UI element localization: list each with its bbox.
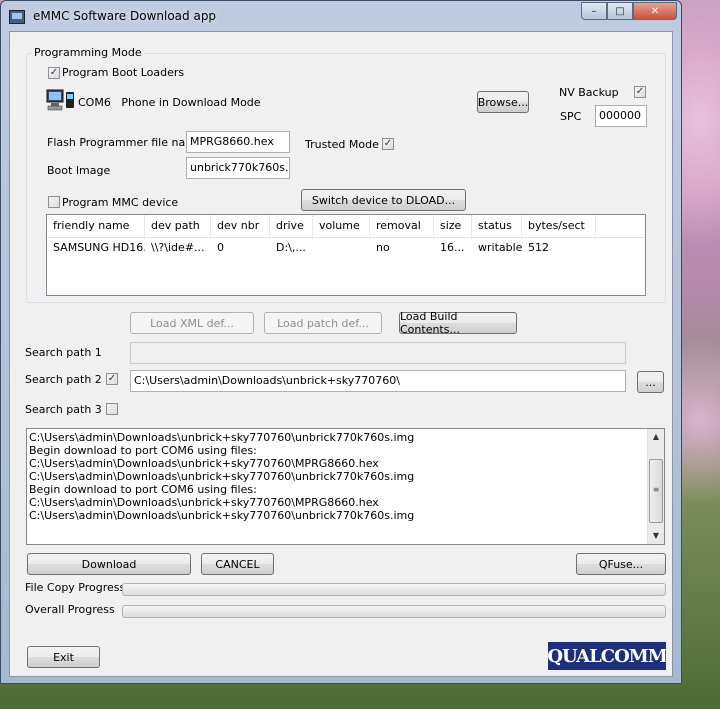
log-line: C:\Users\admin\Downloads\unbrick+sky7707… <box>29 431 415 444</box>
column-header[interactable]: friendly name <box>47 215 145 237</box>
column-header[interactable]: dev nbr <box>211 215 270 237</box>
log-line: C:\Users\admin\Downloads\unbrick+sky7707… <box>29 457 379 470</box>
table-cell <box>313 239 370 257</box>
nv-backup-checkbox[interactable]: ✓ <box>634 86 646 98</box>
device-list-header: friendly name dev path dev nbr drive volume r… <box>47 215 645 238</box>
file-copy-progress-bar <box>122 583 666 596</box>
table-cell: 16... <box>440 241 465 254</box>
qualcomm-logo: QUALCOMM <box>547 642 668 670</box>
flash-programmer-label: Flash Programmer file name <box>47 136 203 149</box>
program-mmc-label: Program MMC device <box>62 196 179 209</box>
log-line: Begin download to port COM6 using files: <box>29 483 257 496</box>
trusted-mode-label: Trusted Mode <box>305 138 379 151</box>
column-header[interactable]: volume <box>313 215 370 237</box>
log-line: C:\Users\admin\Downloads\unbrick+sky7707… <box>29 496 379 509</box>
search-path-browse-button[interactable]: ... <box>637 371 664 393</box>
flash-programmer-input[interactable]: MPRG8660.hex <box>186 131 290 153</box>
search-path-2-input[interactable]: C:\Users\admin\Downloads\unbrick+sky7707… <box>130 370 626 392</box>
programming-mode-legend: Programming Mode <box>32 46 144 59</box>
log-line: C:\Users\admin\Downloads\unbrick+sky7707… <box>29 509 415 522</box>
spc-input[interactable]: 000000 <box>595 105 647 127</box>
browse-button[interactable]: Browse... <box>477 91 529 113</box>
qfuse-button[interactable]: QFuse... <box>576 553 666 575</box>
search-path-1-label: Search path 1 <box>25 346 102 359</box>
port-status-text: COM6 Phone in Download Mode <box>78 96 261 109</box>
load-xml-button[interactable]: Load XML def... <box>130 312 254 334</box>
table-cell: writable <box>478 241 522 254</box>
client-area: Programming Mode ✓ Program Boot Loaders … <box>9 31 673 677</box>
column-header[interactable]: drive <box>270 215 313 237</box>
switch-dload-button[interactable]: Switch device to DLOAD... <box>301 189 466 211</box>
column-header[interactable]: size <box>434 215 472 237</box>
log-line: C:\Users\admin\Downloads\unbrick+sky7707… <box>29 470 415 483</box>
minimize-button[interactable]: – <box>581 2 607 20</box>
program-mmc-checkbox[interactable] <box>48 196 60 208</box>
device-list[interactable]: friendly name dev path dev nbr drive volume r… <box>46 214 646 296</box>
scroll-up-icon[interactable]: ▲ <box>649 429 663 445</box>
nv-backup-label: NV Backup <box>559 86 619 99</box>
maximize-button[interactable]: □ <box>607 2 633 20</box>
trusted-mode-checkbox[interactable]: ✓ <box>382 138 394 150</box>
table-cell: D:\,... <box>276 241 306 254</box>
overall-progress-bar <box>122 605 666 618</box>
table-cell: \\?\ide#... <box>151 241 205 254</box>
table-cell: 512 <box>528 241 549 254</box>
table-cell: SAMSUNG HD16... <box>53 241 145 254</box>
search-path-2-label: Search path 2 <box>25 373 102 386</box>
column-header[interactable]: dev path <box>145 215 211 237</box>
search-path-2-checkbox[interactable]: ✓ <box>106 373 118 385</box>
exit-button[interactable]: Exit <box>27 646 100 668</box>
scroll-down-icon[interactable]: ▼ <box>649 528 663 544</box>
download-button[interactable]: Download <box>27 553 191 575</box>
column-header[interactable]: removal <box>370 215 434 237</box>
log-output[interactable]: C:\Users\admin\Downloads\unbrick+sky7707… <box>26 428 665 545</box>
column-header[interactable]: bytes/sect <box>522 215 596 237</box>
app-icon <box>9 10 25 24</box>
scroll-thumb[interactable]: ≡ <box>649 459 663 523</box>
search-path-3-checkbox[interactable] <box>106 403 118 415</box>
file-copy-progress-label: File Copy Progress <box>25 581 126 594</box>
table-cell: no <box>376 241 390 254</box>
title-bar[interactable]: eMMC Software Download app – □ ✕ <box>1 1 681 31</box>
caption-buttons: – □ ✕ <box>581 2 677 22</box>
load-build-contents-button[interactable]: Load Build Contents... <box>399 310 517 336</box>
close-button[interactable]: ✕ <box>633 2 677 20</box>
search-path-3-label: Search path 3 <box>25 403 102 416</box>
log-line: Begin download to port COM6 using files: <box>29 444 257 457</box>
computer-phone-icon <box>46 89 74 111</box>
boot-image-input[interactable]: unbrick770k760s.img <box>186 157 290 179</box>
column-header[interactable]: status <box>472 215 522 237</box>
boot-image-label: Boot Image <box>47 164 111 177</box>
window-title: eMMC Software Download app <box>33 9 217 23</box>
program-boot-loaders-label: Program Boot Loaders <box>62 66 185 79</box>
search-path-1-input[interactable] <box>130 342 626 364</box>
table-row[interactable]: SAMSUNG HD16... \\?\ide#... 0 D:\,... no 16..… <box>47 239 596 257</box>
overall-progress-label: Overall Progress <box>25 603 115 616</box>
program-boot-loaders-checkbox[interactable]: ✓ <box>48 67 60 79</box>
app-window: eMMC Software Download app – □ ✕ Program… <box>0 0 682 684</box>
spc-label: SPC <box>560 110 582 123</box>
table-cell: 0 <box>217 241 224 254</box>
load-patch-button[interactable]: Load patch def... <box>264 312 382 334</box>
log-scrollbar[interactable]: ▲ ≡ ▼ <box>647 429 664 544</box>
cancel-button[interactable]: CANCEL <box>201 553 274 575</box>
log-lines: C:\Users\admin\Downloads\unbrick+sky7707… <box>29 431 645 522</box>
